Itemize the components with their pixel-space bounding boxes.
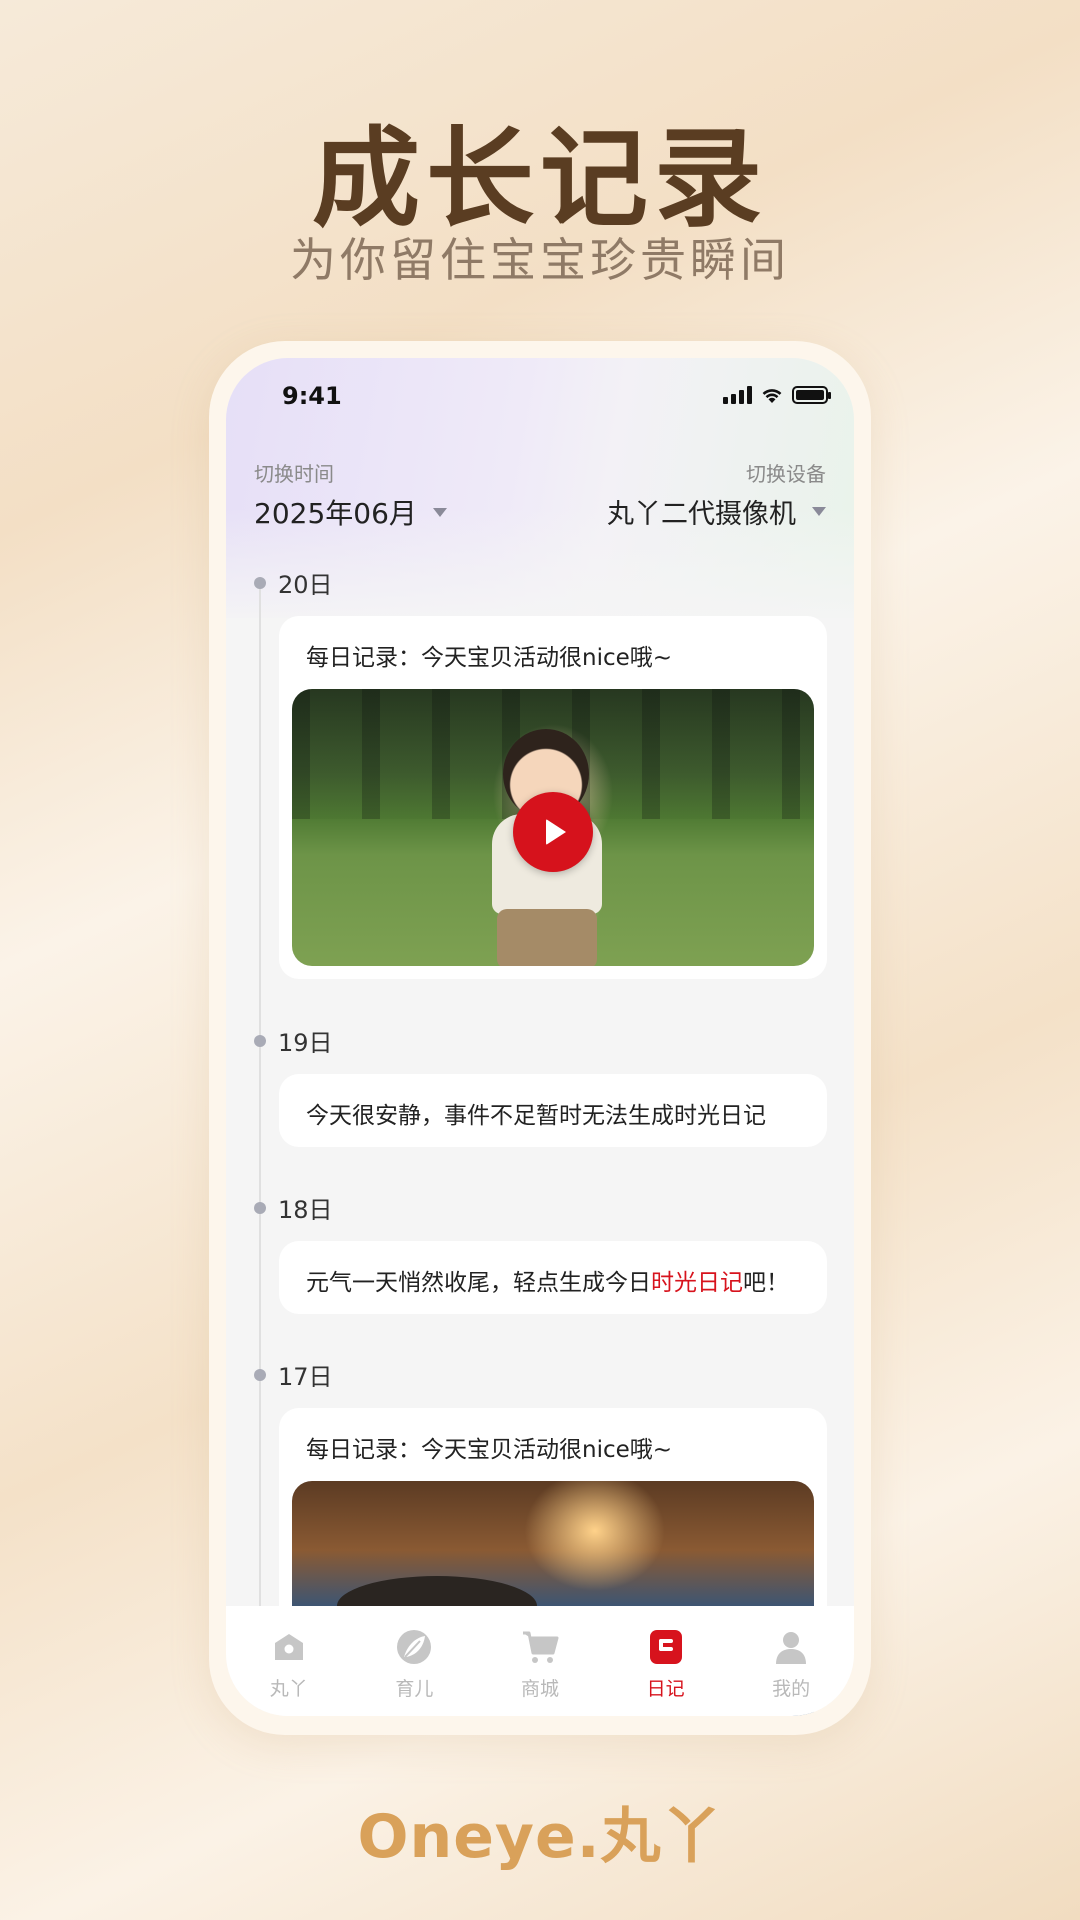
device-selector[interactable]: 丸丫二代摄像机 bbox=[607, 492, 826, 531]
hero-subtitle: 为你留住宝宝珍贵瞬间 bbox=[290, 233, 790, 287]
timeline-day: 20日 bbox=[254, 565, 333, 600]
diary-text: 今天很安静，事件不足暂时无法生成时光日记 bbox=[306, 1103, 766, 1129]
generate-diary-link[interactable]: 时光日记 bbox=[651, 1270, 743, 1296]
day-label: 19日 bbox=[278, 1029, 333, 1057]
battery-icon bbox=[792, 386, 831, 404]
day-label: 17日 bbox=[278, 1363, 333, 1391]
status-time: 9:41 bbox=[282, 382, 342, 410]
person-icon bbox=[772, 1628, 810, 1666]
diary-text: 每日记录：今天宝贝活动很nice哦~ bbox=[306, 645, 673, 671]
brand-logo: Oneye.丸丫 bbox=[357, 1802, 723, 1872]
tab-parenting[interactable]: 育儿 bbox=[364, 1628, 464, 1701]
tab-label: 丸丫 bbox=[269, 1678, 308, 1700]
tab-label: 育儿 bbox=[395, 1678, 434, 1700]
tab-wanya[interactable]: 丸丫 bbox=[239, 1628, 339, 1701]
diary-card[interactable]: 元气一天悄然收尾，轻点生成今日时光日记吧！ bbox=[279, 1241, 827, 1314]
diary-card[interactable]: 每日记录：今天宝贝活动很nice哦~ bbox=[279, 616, 827, 979]
tab-mine[interactable]: 我的 bbox=[741, 1628, 841, 1701]
diary-text: 元气一天悄然收尾，轻点生成今日时光日记吧！ bbox=[306, 1270, 789, 1296]
tab-diary[interactable]: 日记 bbox=[616, 1628, 716, 1701]
tab-label: 我的 bbox=[772, 1678, 811, 1700]
diary-card[interactable]: 今天很安静，事件不足暂时无法生成时光日记 bbox=[279, 1074, 827, 1147]
status-icons bbox=[723, 386, 831, 404]
caret-down-icon bbox=[812, 507, 826, 516]
time-value: 2025年06月 bbox=[254, 497, 417, 530]
timeline-dot bbox=[254, 1201, 266, 1214]
tab-bar: 丸丫 育儿 商城 日记 我的 bbox=[226, 1606, 854, 1716]
time-selector[interactable]: 2025年06月 bbox=[254, 492, 447, 532]
phone-screen: 9:41 切换时间 切换设备 2025年06月 丸丫二代摄像机 20日 每日记录… bbox=[226, 358, 854, 1716]
cart-icon bbox=[521, 1628, 559, 1666]
day-label: 20日 bbox=[278, 571, 333, 599]
timeline-day: 17日 bbox=[254, 1357, 333, 1392]
timeline-line bbox=[259, 578, 261, 1716]
home-icon bbox=[270, 1628, 308, 1666]
timeline-day: 18日 bbox=[254, 1190, 333, 1225]
device-value: 丸丫二代摄像机 bbox=[607, 499, 796, 530]
tab-label: 商城 bbox=[520, 1678, 559, 1700]
diary-icon bbox=[647, 1628, 685, 1666]
play-icon[interactable] bbox=[513, 792, 593, 872]
timeline-dot bbox=[254, 1034, 266, 1047]
tab-label: 日记 bbox=[646, 1678, 685, 1700]
tab-shop[interactable]: 商城 bbox=[490, 1628, 590, 1701]
video-thumbnail[interactable] bbox=[292, 689, 814, 966]
switch-device-label: 切换设备 bbox=[746, 462, 826, 486]
timeline-dot bbox=[254, 576, 266, 589]
timeline-dot bbox=[254, 1368, 266, 1381]
diary-text: 每日记录：今天宝贝活动很nice哦~ bbox=[306, 1437, 673, 1463]
timeline-day: 19日 bbox=[254, 1023, 333, 1058]
switch-time-label: 切换时间 bbox=[254, 462, 334, 486]
caret-down-icon bbox=[432, 507, 447, 517]
day-label: 18日 bbox=[278, 1196, 333, 1224]
signal-icon bbox=[723, 386, 752, 404]
wifi-icon bbox=[762, 389, 782, 403]
leaf-icon bbox=[395, 1628, 433, 1666]
